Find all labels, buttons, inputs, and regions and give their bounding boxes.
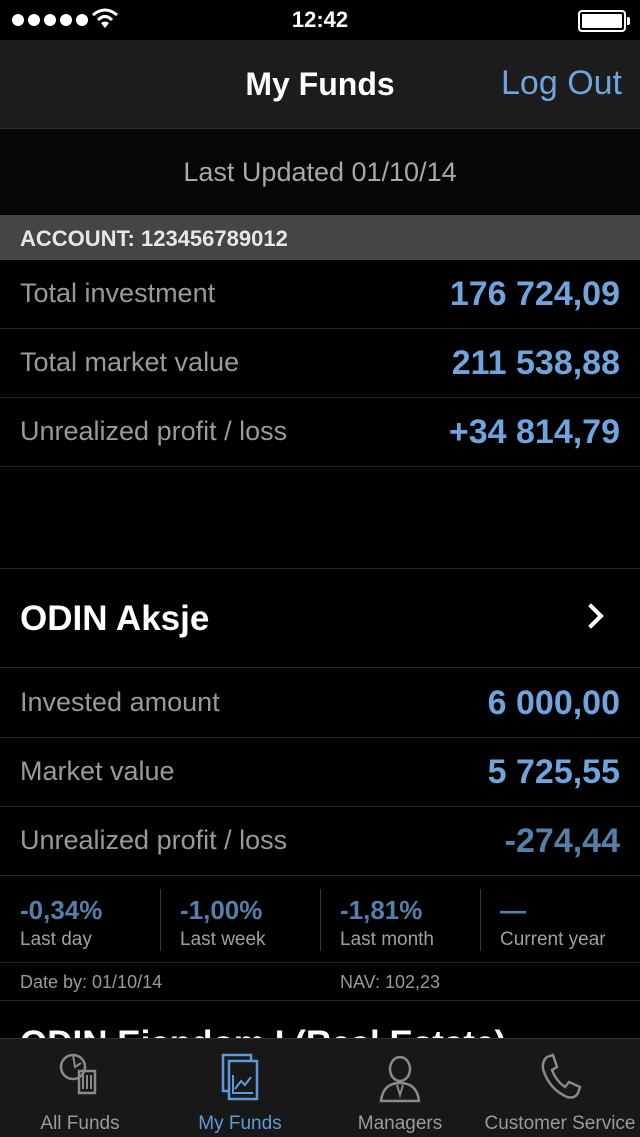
performance-last-week: -1,00% Last week xyxy=(160,889,320,951)
date-by-text: Date by: 01/10/14 xyxy=(20,972,163,992)
total-market-value-row: Total market value 211 538,88 xyxy=(0,329,640,398)
tab-managers[interactable]: Managers xyxy=(320,1039,480,1137)
status-time: 12:42 xyxy=(291,7,349,32)
fund-meta-row: Date by: 01/10/14 NAV: 102,23 xyxy=(0,963,640,1001)
performance-strip: -0,34% Last day -1,00% Last week -1,81% … xyxy=(0,877,640,963)
my-funds-chart-icon xyxy=(221,1053,259,1101)
performance-last-day: -0,34% Last day xyxy=(0,889,160,951)
last-updated-text: Last Updated 01/10/14 xyxy=(0,129,640,215)
performance-current-year: — Current year xyxy=(480,889,640,951)
performance-label: Last day xyxy=(20,929,92,950)
row-label: Unrealized profit / loss xyxy=(20,825,288,855)
tab-bar: All Funds My Funds Managers Customer Ser… xyxy=(0,1038,640,1137)
row-value: -274,44 xyxy=(504,822,620,860)
row-label: Total investment xyxy=(20,278,216,308)
performance-last-month: -1,81% Last month xyxy=(320,889,480,951)
fund-header-odin-aksje[interactable]: ODIN Aksje xyxy=(0,569,640,668)
performance-value: -0,34% xyxy=(20,895,103,925)
invested-amount-row: Invested amount 6 000,00 xyxy=(0,669,640,738)
tab-label: My Funds xyxy=(198,1113,282,1134)
row-label: Total market value xyxy=(20,347,240,377)
fund-unrealized-profit-row: Unrealized profit / loss -274,44 xyxy=(0,807,640,876)
all-funds-icon xyxy=(59,1053,97,1095)
row-value: 211 538,88 xyxy=(451,344,620,382)
row-value: 6 000,00 xyxy=(487,684,620,722)
performance-value: — xyxy=(500,895,526,925)
row-label: Market value xyxy=(20,756,175,786)
nav-value-text: NAV: 102,23 xyxy=(340,972,441,992)
row-value: 5 725,55 xyxy=(487,753,620,791)
battery-icon xyxy=(578,10,630,32)
fund-name: ODIN Aksje xyxy=(20,599,210,638)
navigation-bar: My Funds Log Out xyxy=(0,40,640,129)
total-investment-row: Total investment 176 724,09 xyxy=(0,260,640,329)
account-header: ACCOUNT: 123456789012 xyxy=(0,215,640,260)
phone-icon xyxy=(541,1053,582,1099)
performance-value: -1,81% xyxy=(340,895,423,925)
tab-my-funds[interactable]: My Funds xyxy=(160,1039,320,1137)
performance-value: -1,00% xyxy=(180,895,263,925)
row-label: Invested amount xyxy=(20,687,220,717)
tab-all-funds[interactable]: All Funds xyxy=(0,1039,160,1137)
performance-label: Current year xyxy=(500,929,606,950)
tab-customer-service[interactable]: Customer Service xyxy=(480,1039,640,1137)
performance-label: Last month xyxy=(340,929,434,950)
logout-button[interactable]: Log Out xyxy=(501,64,622,103)
market-value-row: Market value 5 725,55 xyxy=(0,738,640,807)
chevron-right-icon xyxy=(578,603,604,629)
status-bar: 12:42 xyxy=(0,0,640,40)
row-value: 176 724,09 xyxy=(449,275,620,313)
unrealized-profit-row: Unrealized profit / loss +34 814,79 xyxy=(0,398,640,467)
tab-label: Customer Service xyxy=(484,1113,636,1134)
performance-label: Last week xyxy=(180,929,266,950)
manager-person-icon xyxy=(379,1055,421,1103)
tab-label: Managers xyxy=(357,1113,443,1134)
row-value: +34 814,79 xyxy=(448,413,620,451)
row-label: Unrealized profit / loss xyxy=(20,416,288,446)
tab-label: All Funds xyxy=(40,1113,120,1134)
